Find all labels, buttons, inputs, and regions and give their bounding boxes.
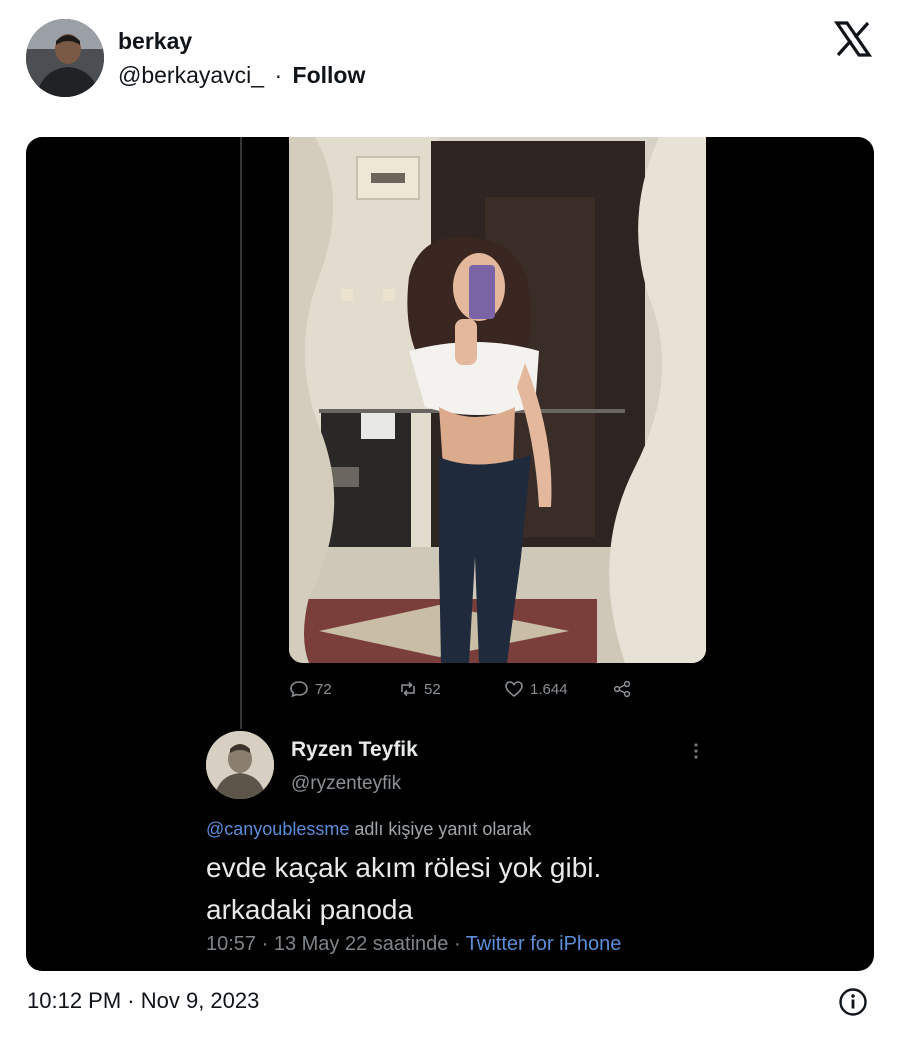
author-handle-line: @berkayavci_ · Follow	[118, 62, 365, 89]
author-avatar[interactable]	[26, 19, 104, 97]
mirror-selfie-photo	[289, 137, 706, 663]
retweet-icon	[401, 681, 415, 697]
reply-text-line: arkadaki panoda	[206, 894, 414, 925]
thread-line	[240, 137, 242, 729]
reply-meta: 10:57 · 13 May 22 saatinde · Twitter for…	[206, 933, 621, 956]
reply-to-mention[interactable]: @canyoublessme	[206, 819, 349, 839]
author-name[interactable]: berkay	[118, 28, 192, 55]
post-timestamp[interactable]: 10:12 PM · Nov 9, 2023	[27, 988, 259, 1014]
share-stat[interactable]	[612, 677, 632, 701]
reply-source[interactable]: Twitter for iPhone	[466, 933, 622, 955]
reply-text-line: evde kaçak akım rölesi yok gibi.	[206, 852, 602, 883]
follow-button[interactable]: Follow	[293, 62, 366, 88]
reply-author-name[interactable]: Ryzen Teyfik	[291, 738, 418, 762]
like-stat[interactable]: 1.644	[504, 677, 568, 701]
retweet-stat[interactable]: 52	[398, 677, 441, 701]
info-icon[interactable]	[838, 987, 868, 1017]
more-options-icon[interactable]	[690, 741, 702, 766]
separator-dot: ·	[274, 62, 283, 88]
reply-time: 10:57 · 13 May 22 saatinde ·	[206, 933, 466, 955]
reply-text: evde kaçak akım rölesi yok gibi. arkadak…	[206, 847, 601, 931]
embedded-tweet-screenshot[interactable]: 72 52 1.644 Ryzen Teyfik @ryzenteyfik @c…	[26, 137, 874, 971]
reply-context: @canyoublessme adlı kişiye yanıt olarak	[206, 819, 531, 840]
like-count: 1.644	[530, 680, 568, 698]
reply-author-handle[interactable]: @ryzenteyfik	[291, 773, 401, 795]
heart-icon	[505, 681, 523, 697]
retweet-count: 52	[424, 680, 441, 698]
reply-count: 72	[315, 680, 332, 698]
reply-avatar[interactable]	[206, 731, 274, 799]
reply-to-suffix: adlı kişiye yanıt olarak	[349, 819, 532, 839]
x-logo-icon[interactable]	[833, 20, 873, 58]
reply-stat[interactable]: 72	[289, 677, 332, 701]
comment-icon	[290, 681, 308, 698]
author-handle[interactable]: @berkayavci_	[118, 62, 264, 88]
share-icon	[613, 680, 631, 698]
